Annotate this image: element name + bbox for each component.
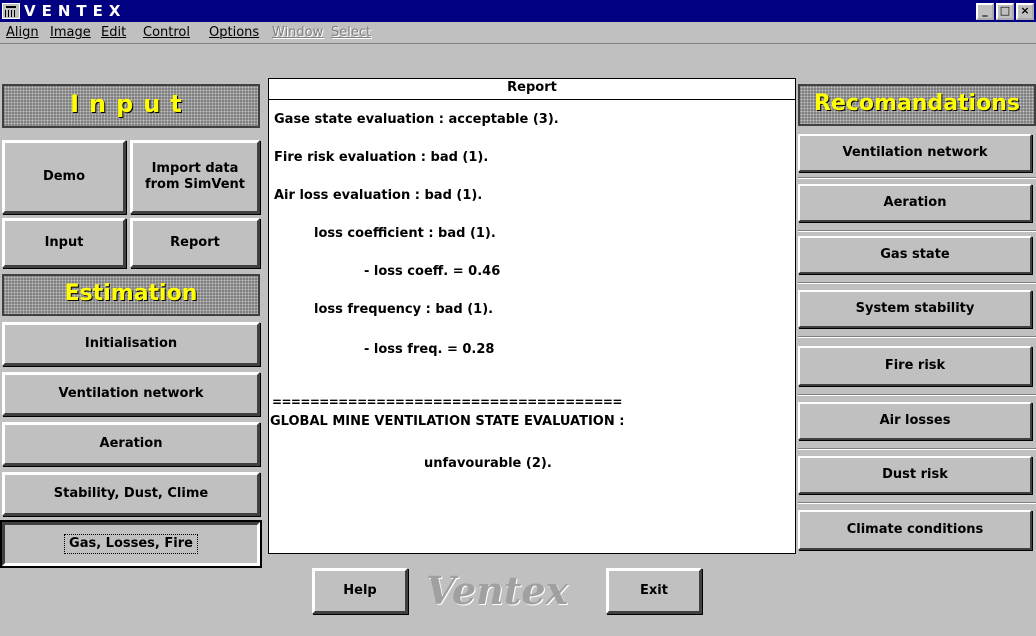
separator	[798, 394, 1036, 396]
import-simvent-button[interactable]: Import data from SimVent	[130, 140, 260, 214]
rec-air-losses-button[interactable]: Air losses	[798, 402, 1032, 440]
menu-image[interactable]: Image	[50, 25, 91, 40]
maximize-button[interactable]: □	[996, 3, 1014, 20]
ventex-logo: Ventex	[426, 568, 569, 613]
input-button[interactable]: Input	[2, 218, 126, 268]
report-line: Gase state evaluation : acceptable (3).	[274, 112, 559, 127]
recommendations-header-label: Recomandations	[814, 91, 1020, 116]
report-line: - loss freq. = 0.28	[364, 342, 495, 357]
menu-options[interactable]: Options	[209, 25, 259, 40]
minimize-button[interactable]: _	[976, 3, 994, 20]
report-title: Report	[268, 78, 796, 100]
report-global-result: unfavourable (2).	[424, 456, 552, 471]
input-header: Input	[2, 84, 260, 128]
rec-aeration-button[interactable]: Aeration	[798, 184, 1032, 222]
menu-control[interactable]: Control	[143, 25, 190, 40]
menu-edit[interactable]: Edit	[101, 25, 126, 40]
gas-losses-fire-button[interactable]: Gas, Losses, Fire	[0, 520, 262, 568]
title-bar: VENTEX _ □ ×	[0, 0, 1036, 22]
estimation-header: Estimation	[2, 274, 260, 316]
menu-bar: Align Image Edit Control Options Window …	[0, 22, 1036, 44]
initialisation-button[interactable]: Initialisation	[2, 322, 260, 366]
separator	[798, 282, 1036, 284]
separator	[798, 448, 1036, 450]
system-menu-icon[interactable]	[2, 3, 20, 19]
aeration-estimation-button[interactable]: Aeration	[2, 422, 260, 466]
exit-button[interactable]: Exit	[606, 568, 702, 614]
report-line: - loss coeff. = 0.46	[364, 264, 501, 279]
recommendations-header: Recomandations	[798, 84, 1036, 126]
report-global-heading: GLOBAL MINE VENTILATION STATE EVALUATION…	[270, 414, 625, 429]
report-separator: =====================================	[272, 395, 622, 409]
separator	[798, 336, 1036, 338]
separator	[798, 177, 1036, 179]
window-title: VENTEX	[24, 2, 127, 20]
report-line: Fire risk evaluation : bad (1).	[274, 150, 489, 165]
report-body: Gase state evaluation : acceptable (3). …	[268, 100, 796, 554]
report-line: loss coefficient : bad (1).	[314, 226, 496, 241]
rec-gas-state-button[interactable]: Gas state	[798, 236, 1032, 274]
separator	[798, 502, 1036, 504]
report-line: loss frequency : bad (1).	[314, 302, 494, 317]
demo-button[interactable]: Demo	[2, 140, 126, 214]
rec-system-stability-button[interactable]: System stability	[798, 290, 1032, 328]
separator	[798, 230, 1036, 232]
help-button[interactable]: Help	[312, 568, 408, 614]
estimation-header-label: Estimation	[64, 281, 198, 306]
menu-select: Select	[331, 25, 372, 40]
report-line: Air loss evaluation : bad (1).	[274, 188, 483, 203]
rec-fire-risk-button[interactable]: Fire risk	[798, 346, 1032, 386]
rec-ventilation-network-button[interactable]: Ventilation network	[798, 134, 1032, 172]
rec-climate-conditions-button[interactable]: Climate conditions	[798, 510, 1032, 550]
gas-losses-fire-label: Gas, Losses, Fire	[64, 534, 198, 554]
menu-align[interactable]: Align	[6, 25, 39, 40]
ventilation-network-estimation-button[interactable]: Ventilation network	[2, 372, 260, 416]
rec-dust-risk-button[interactable]: Dust risk	[798, 456, 1032, 494]
close-button[interactable]: ×	[1016, 3, 1034, 20]
report-button[interactable]: Report	[130, 218, 260, 268]
input-header-label: Input	[70, 90, 192, 118]
menu-window: Window	[272, 25, 324, 40]
stability-dust-clime-button[interactable]: Stability, Dust, Clime	[2, 472, 260, 516]
